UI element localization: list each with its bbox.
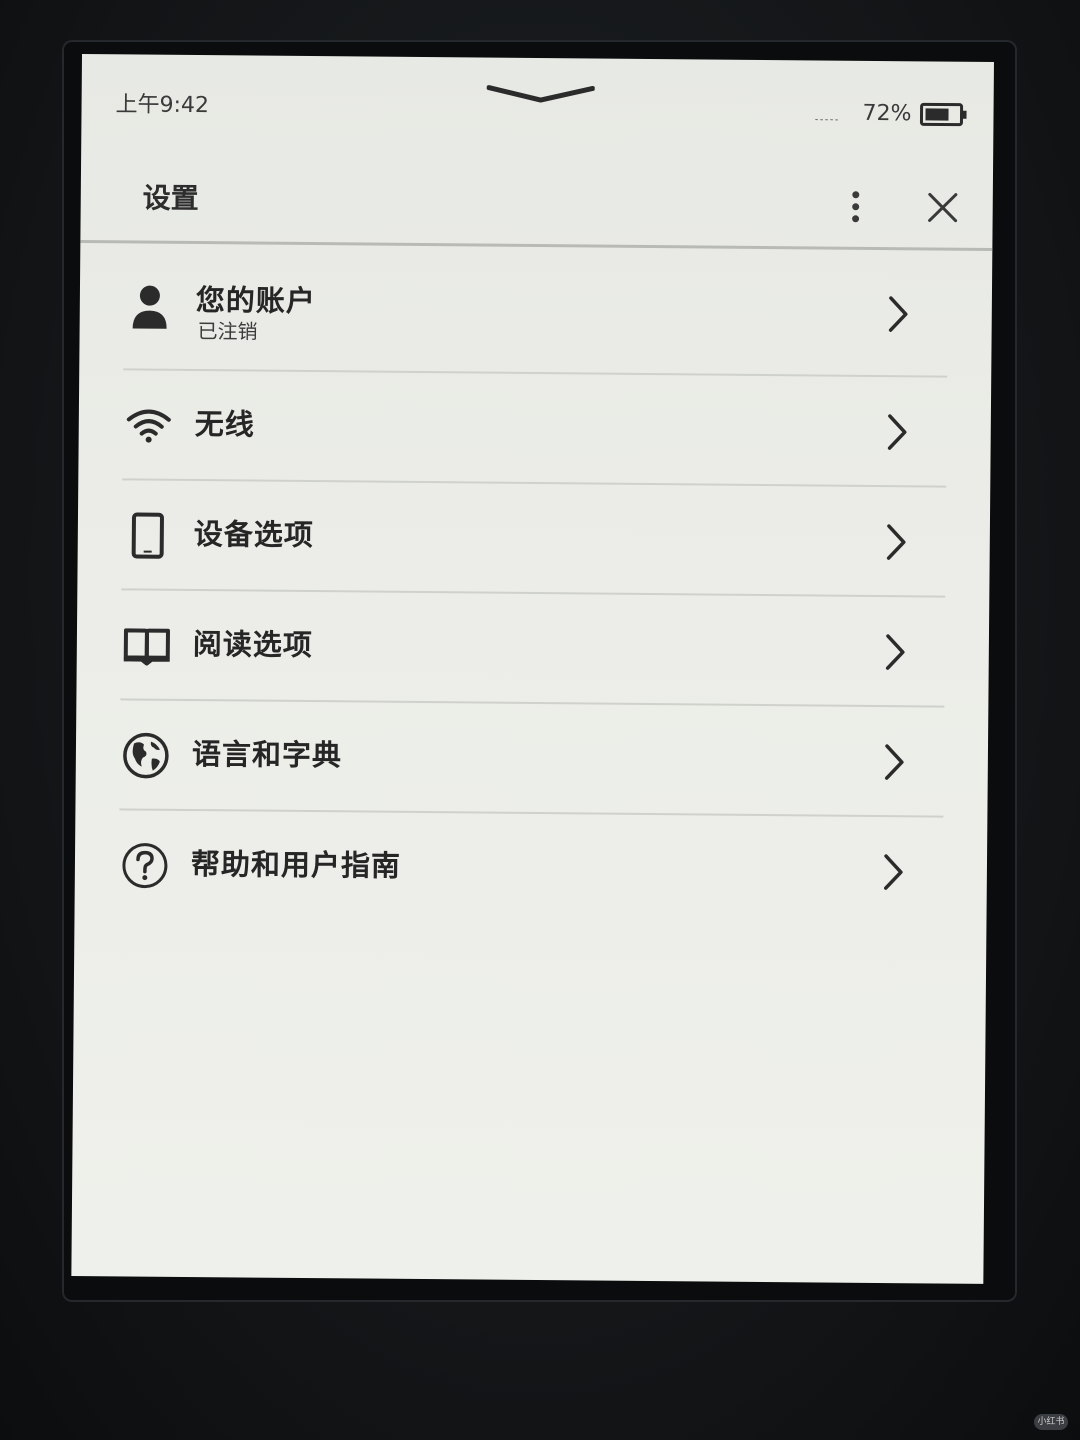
- watermark-logo: 小红书: [1034, 1414, 1068, 1430]
- device-icon: [122, 509, 174, 561]
- chevron-right-icon: [885, 634, 905, 670]
- menu-item-device-options[interactable]: 设备选项: [121, 480, 946, 598]
- globe-icon: [120, 729, 172, 781]
- menu-item-account[interactable]: 您的账户 已注销: [123, 244, 948, 378]
- close-icon: [928, 192, 958, 223]
- close-button[interactable]: [919, 183, 967, 231]
- chevron-right-icon: [888, 296, 908, 332]
- menu-item-label: 语言和字典: [191, 737, 343, 773]
- open-book-icon: [121, 619, 173, 671]
- more-options-button[interactable]: [841, 185, 871, 229]
- help-icon: [119, 839, 171, 891]
- menu-item-wireless[interactable]: 无线: [122, 370, 947, 488]
- chevron-right-icon: [884, 744, 904, 780]
- page-title: 设置: [142, 181, 199, 216]
- wifi-icon: [123, 399, 175, 451]
- network-indicator: -----: [813, 114, 839, 126]
- person-icon: [124, 281, 176, 333]
- chevron-down-icon[interactable]: [486, 84, 596, 105]
- menu-item-sublabel: 已注销: [197, 319, 258, 344]
- settings-header: 设置: [80, 164, 993, 252]
- menu-item-label: 帮助和用户指南: [190, 847, 402, 883]
- menu-item-label: 设备选项: [193, 517, 314, 553]
- chevron-right-icon: [887, 414, 907, 450]
- chevron-right-icon: [884, 854, 903, 890]
- status-bar: 上午9:42 ----- 72%: [81, 54, 994, 142]
- more-vertical-icon: [852, 191, 860, 223]
- menu-item-label: 阅读选项: [192, 627, 314, 663]
- status-time: 上午9:42: [115, 92, 210, 119]
- menu-item-reading-options[interactable]: 阅读选项: [120, 590, 945, 708]
- device-bezel: 上午9:42 ----- 72% 设置 您的账户 已注销 无线 设备选项 阅读选…: [0, 0, 1080, 1440]
- menu-item-label: 您的账户: [195, 283, 317, 319]
- e-reader-screen: 上午9:42 ----- 72% 设置 您的账户 已注销 无线 设备选项 阅读选…: [71, 54, 994, 1284]
- menu-item-label: 无线: [194, 407, 255, 442]
- menu-item-help-guides[interactable]: 帮助和用户指南: [118, 810, 943, 927]
- chevron-right-icon: [886, 524, 906, 560]
- battery-icon: [919, 101, 969, 127]
- menu-item-language-dictionaries[interactable]: 语言和字典: [119, 700, 944, 818]
- battery-percent: 72%: [862, 100, 912, 127]
